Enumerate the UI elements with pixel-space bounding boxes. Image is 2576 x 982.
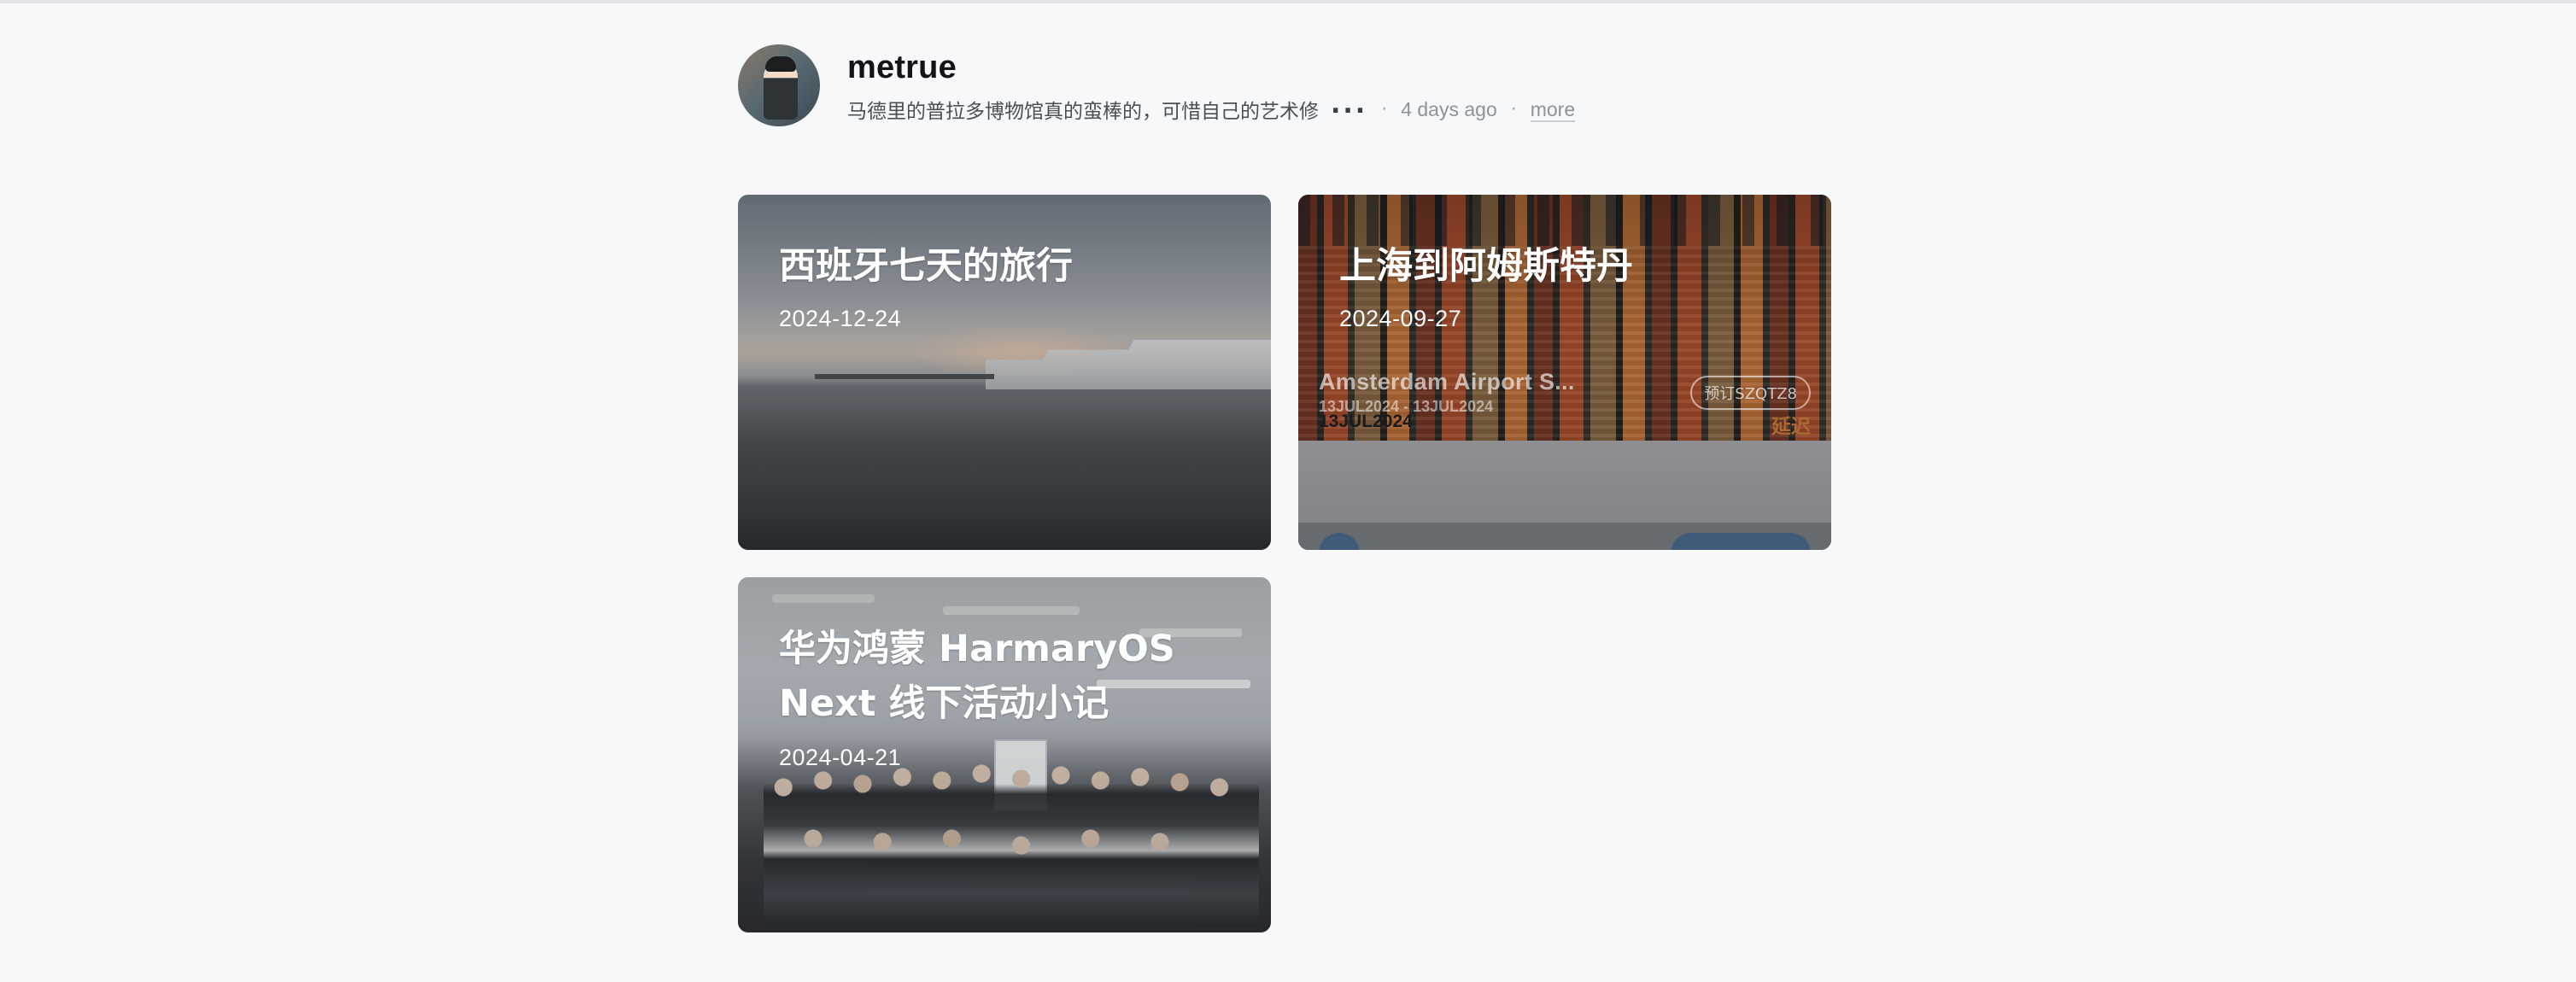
post-card[interactable]: 上海到阿姆斯特丹 2024-09-27 Amsterdam Airport S.… [1298,195,1831,550]
bio-text: 马德里的普拉多博物馆真的蛮棒的，可惜自己的艺术修 [847,101,1319,123]
card-date: 2024-09-27 [1339,306,1462,331]
card-title: 上海到阿姆斯特丹 [1339,245,1633,288]
more-link[interactable]: more [1531,98,1575,121]
bio-ellipsis: ... [1331,89,1368,120]
boarding-pass-status: 延迟 [1771,416,1811,438]
post-card[interactable]: 西班牙七天的旅行 2024-12-24 [738,195,1271,550]
boarding-pass-pill [1671,533,1811,550]
top-border [0,0,2576,3]
meta-separator: · [1510,98,1517,120]
boarding-pass-destination: Amsterdam Airport S... [1319,369,1575,395]
boarding-pass-date: 13JUL2024 [1319,412,1413,431]
card-date: 2024-04-21 [779,745,902,770]
meta-separator: · [1381,98,1388,120]
profile-meta: 马德里的普拉多博物馆真的蛮棒的，可惜自己的艺术修 ... · 4 days ag… [847,90,1575,124]
card-title: 华为鸿蒙 HarmaryOS Next 线下活动小记 [779,628,1175,725]
post-time: 4 days ago [1401,97,1497,120]
username[interactable]: metrue [847,50,957,86]
card-title: 西班牙七天的旅行 [779,245,1073,288]
boarding-pass-booking: 预订SZQTZ8 [1690,376,1811,410]
avatar-hair [765,56,796,72]
avatar[interactable] [738,44,820,126]
profile-header: metrue 马德里的普拉多博物馆真的蛮棒的，可惜自己的艺术修 ... · 4 … [738,44,1848,130]
post-card[interactable]: 华为鸿蒙 HarmaryOS Next 线下活动小记 2024-04-21 [738,577,1271,932]
card-date: 2024-12-24 [779,306,902,331]
